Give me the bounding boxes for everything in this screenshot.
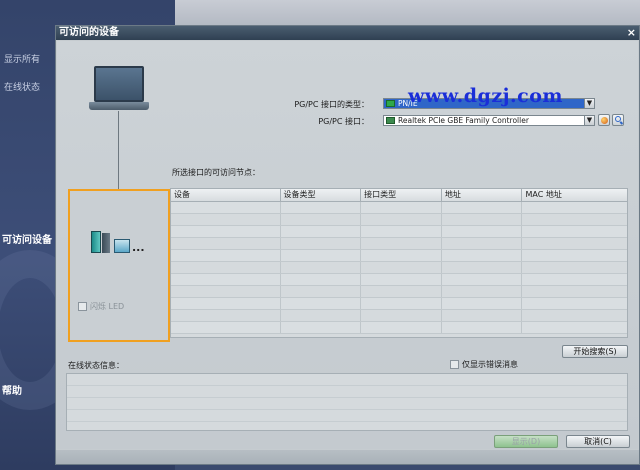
ethernet-icon [386,100,395,107]
table-row[interactable] [171,202,627,214]
dialog-titlebar: 可访问的设备 × [56,26,639,40]
pg-laptop-icon [89,66,149,116]
show-button[interactable]: 显示(D) [494,435,558,448]
cancel-button[interactable]: 取消(C) [566,435,630,448]
flash-led-checkbox[interactable]: 闪烁 LED [78,301,124,312]
nodes-section-title: 所选接口的可访问节点： [172,168,260,177]
table-row[interactable] [171,250,627,262]
bg-item-show-all[interactable]: 显示所有 [4,52,40,65]
table-row[interactable] [171,262,627,274]
table-row[interactable] [171,214,627,226]
accessible-nodes-table[interactable]: 设备 设备类型 接口类型 地址 MAC 地址 [170,188,628,338]
start-search-button[interactable]: 开始搜索(S) [562,345,628,358]
chevron-down-icon[interactable]: ▼ [584,99,594,108]
globe-icon [601,117,608,124]
interface-properties-button[interactable] [598,114,610,126]
pgpc-interface-select[interactable]: Realtek PCIe GBE Family Controller ▼ [383,115,595,126]
column-mac-address[interactable]: MAC 地址 [522,189,627,201]
table-row[interactable] [171,310,627,322]
close-icon[interactable]: × [627,26,636,40]
flash-led-label: 闪烁 LED [90,302,125,311]
table-row[interactable] [171,322,627,334]
only-errors-check-icon[interactable] [450,360,459,369]
device-preview-box: ... 闪烁 LED [68,189,170,342]
chevron-down-icon[interactable]: ▼ [584,116,594,125]
table-row[interactable] [171,238,627,250]
only-errors-label: 仅显示错误消息 [462,360,518,369]
flash-led-check-icon[interactable] [78,302,87,311]
pgpc-interface-label: PG/PC 接口： [318,117,369,126]
table-row[interactable] [171,226,627,238]
only-errors-checkbox[interactable]: 仅显示错误消息 [450,359,518,370]
pgpc-interface-value: Realtek PCIe GBE Family Controller [398,116,529,125]
watermark-text: www.dgzj.com [408,85,563,107]
dialog-title: 可访问的设备 [59,27,119,38]
table-row[interactable] [171,274,627,286]
bg-section-accessible-devices[interactable]: 可访问设备 [2,231,52,246]
interface-diagnostics-button[interactable] [612,114,624,126]
network-card-icon [386,117,395,124]
column-device[interactable]: 设备 [171,189,281,201]
column-interface-type[interactable]: 接口类型 [361,189,442,201]
column-device-type[interactable]: 设备类型 [281,189,362,201]
bg-help[interactable]: 帮助 [2,382,22,397]
dialog-footer [56,450,639,464]
online-status-log [66,373,628,431]
bg-item-online-status[interactable]: 在线状态 [4,80,40,93]
table-row[interactable] [171,298,627,310]
table-header: 设备 设备类型 接口类型 地址 MAC 地址 [171,189,627,202]
table-row[interactable] [171,286,627,298]
column-address[interactable]: 地址 [442,189,523,201]
online-status-title: 在线状态信息： [68,361,124,370]
plc-device-icon: ... [91,231,145,256]
pgpc-type-label: PG/PC 接口的类型： [294,100,369,109]
